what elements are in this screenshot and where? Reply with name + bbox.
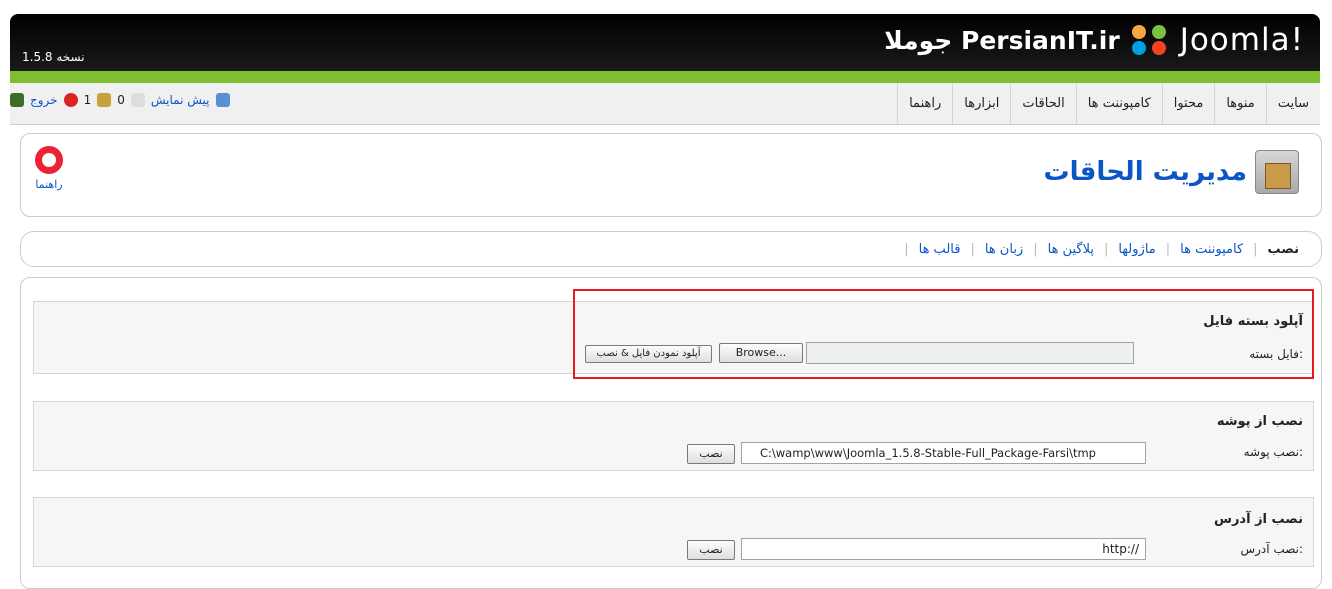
submenu: نصب | کامپوننت ها | ماژولها | پلاگین ها … bbox=[894, 232, 1299, 266]
submenu-item-install[interactable]: نصب bbox=[1268, 242, 1299, 257]
users-count: 1 bbox=[83, 93, 92, 107]
main-menu: سایت منوها محتوا کامپوننت ها الحاقات ابز… bbox=[897, 83, 1320, 124]
page-title: مدیریت الحاقات bbox=[1044, 150, 1299, 194]
url-label: نصب آدرس: bbox=[1240, 542, 1303, 556]
submenu-item-templates[interactable]: قالب ها bbox=[919, 242, 961, 257]
submenu-item-modules[interactable]: ماژولها bbox=[1118, 242, 1155, 257]
directory-input[interactable]: C:\wamp\www\Joomla_1.5.8-Stable-Full_Pac… bbox=[741, 442, 1146, 464]
submenu-box: نصب | کامپوننت ها | ماژولها | پلاگین ها … bbox=[20, 231, 1322, 267]
install-directory-button[interactable]: نصب bbox=[687, 444, 735, 464]
menu-item-content[interactable]: محتوا bbox=[1161, 83, 1215, 124]
brand: PersianIT.ir جوملا Joomla! bbox=[884, 22, 1304, 58]
submenu-separator: | bbox=[904, 241, 909, 257]
header-divider bbox=[10, 71, 1320, 83]
joomla-logo-icon bbox=[1130, 23, 1170, 57]
version-label: نسخه 1.5.8 bbox=[22, 50, 85, 64]
preview-link[interactable]: پیش نمایش bbox=[151, 93, 210, 107]
url-title: نصب از آدرس bbox=[1214, 512, 1303, 527]
menu-item-extensions[interactable]: الحاقات bbox=[1010, 83, 1075, 124]
directory-title: نصب از پوشه bbox=[1216, 414, 1303, 429]
preview-icon[interactable] bbox=[215, 93, 230, 107]
submenu-item-components[interactable]: کامپوننت ها bbox=[1180, 242, 1243, 257]
logout-link[interactable]: خروج bbox=[30, 93, 58, 107]
admin-header: نسخه 1.5.8 PersianIT.ir جوملا Joomla! bbox=[10, 14, 1320, 71]
menu-item-menus[interactable]: منوها bbox=[1214, 83, 1265, 124]
messages-icon bbox=[63, 93, 78, 107]
submenu-item-languages[interactable]: زبان ها bbox=[985, 242, 1023, 257]
messages-count: 0 bbox=[117, 93, 125, 107]
install-url-panel: نصب از آدرس نصب آدرس: http:// نصب bbox=[33, 497, 1314, 567]
highlight-box bbox=[573, 289, 1314, 379]
site-name: PersianIT.ir جوملا bbox=[884, 25, 1120, 55]
toolbar-box: مدیریت الحاقات راهنما bbox=[20, 133, 1322, 217]
submenu-separator: | bbox=[970, 241, 975, 257]
help-label: راهنما bbox=[35, 178, 63, 191]
menu-item-help[interactable]: راهنما bbox=[897, 83, 952, 124]
extension-manager-icon bbox=[1255, 150, 1299, 194]
submenu-separator: | bbox=[1103, 241, 1109, 257]
submenu-separator: | bbox=[1165, 241, 1171, 257]
url-input[interactable]: http:// bbox=[741, 538, 1146, 560]
menu-item-tools[interactable]: ابزارها bbox=[952, 83, 1010, 124]
brand-name: Joomla! bbox=[1179, 22, 1304, 58]
help-button[interactable]: راهنما bbox=[35, 146, 63, 191]
submenu-separator: | bbox=[1253, 241, 1258, 257]
logout-icon[interactable] bbox=[10, 93, 24, 107]
submenu-separator: | bbox=[1033, 241, 1038, 257]
submenu-item-plugins[interactable]: پلاگین ها bbox=[1048, 242, 1094, 257]
main-menu-bar: سایت منوها محتوا کامپوننت ها الحاقات ابز… bbox=[10, 83, 1320, 125]
lifebuoy-icon bbox=[35, 146, 63, 174]
users-icon bbox=[97, 93, 112, 107]
menu-item-site[interactable]: سایت bbox=[1265, 83, 1320, 124]
directory-label: نصب پوشه: bbox=[1243, 445, 1303, 459]
install-directory-panel: نصب از پوشه نصب پوشه: C:\wamp\www\Joomla… bbox=[33, 401, 1314, 471]
status-bar: خروج 1 0 پیش نمایش bbox=[10, 93, 230, 107]
install-url-button[interactable]: نصب bbox=[687, 540, 735, 560]
inbox-icon bbox=[130, 93, 145, 107]
page-title-text: مدیریت الحاقات bbox=[1043, 157, 1247, 187]
menu-item-components[interactable]: کامپوننت ها bbox=[1075, 83, 1162, 124]
